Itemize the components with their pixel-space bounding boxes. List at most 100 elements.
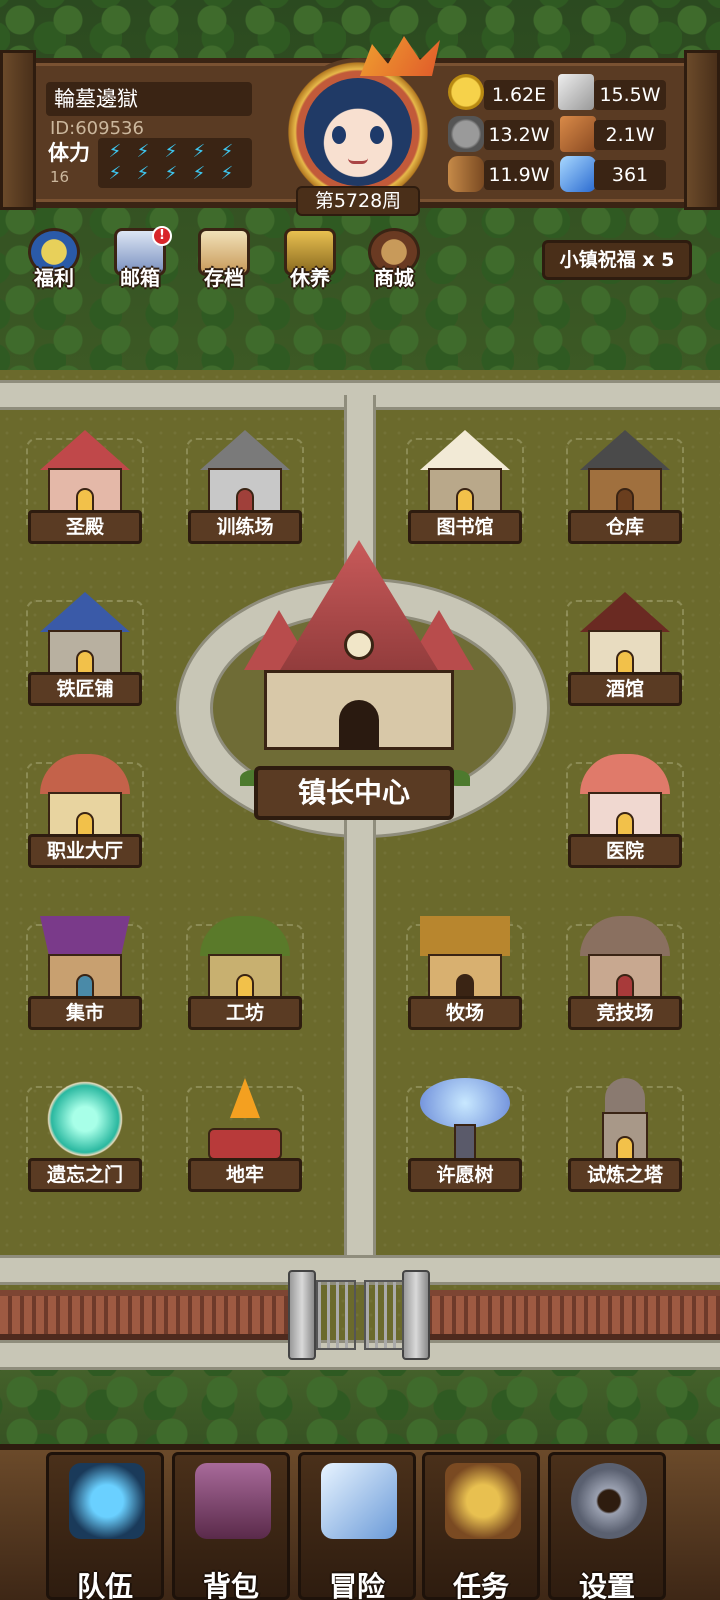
building-library[interactable]: 图书馆 — [400, 420, 530, 550]
nav-team-label: 队伍 — [76, 1570, 133, 1600]
tree-icon — [420, 1078, 510, 1160]
building-oblivion-gate[interactable]: 遗忘之门 — [20, 1068, 150, 1198]
road-south — [344, 820, 376, 1280]
stamina-value: 16 — [50, 168, 70, 186]
warehouse-icon — [580, 430, 670, 512]
town-hall-label[interactable]: 镇长中心 — [254, 766, 454, 820]
crystal-icon — [560, 156, 596, 192]
player-name: 輪墓邊獄 — [46, 82, 252, 116]
nav-settings-button[interactable]: 设置 — [548, 1452, 666, 1600]
temple-label: 圣殿 — [28, 510, 142, 544]
gate-door-left — [316, 1280, 356, 1350]
stamina-bolt-icon: ⚡ — [164, 163, 178, 184]
mail-alert-badge: ! — [152, 226, 172, 246]
stamina-bolt-icon: ⚡ — [108, 141, 122, 162]
leather-icon — [560, 116, 596, 152]
door-icon — [339, 700, 379, 750]
header-post-left — [0, 50, 36, 210]
road-bottom — [0, 1255, 720, 1285]
nav-adventure-button[interactable]: 冒险 — [298, 1452, 416, 1600]
ranch-icon — [420, 916, 510, 998]
shop-label: 商城 — [374, 266, 414, 290]
stamina-bolt-icon: ⚡ — [220, 163, 234, 184]
wood-amount: 11.9W — [484, 160, 554, 190]
nav-bag-button[interactable]: 背包 — [172, 1452, 290, 1600]
iron-amount: 15.5W — [594, 80, 666, 110]
building-ranch[interactable]: 牧场 — [400, 906, 530, 1036]
building-job-hall[interactable]: 职业大厅 — [20, 744, 150, 874]
nav-team-button[interactable]: 队伍 — [46, 1452, 164, 1600]
crossed-swords-icon — [321, 1463, 397, 1539]
stamina-bolt-icon: ⚡ — [136, 141, 150, 162]
town-blessing-button[interactable]: 小镇祝福 x 5 — [542, 240, 692, 280]
blacksmith-label: 铁匠铺 — [28, 672, 142, 706]
save-button[interactable]: 存档 — [188, 228, 260, 298]
building-blacksmith[interactable]: 铁匠铺 — [20, 582, 150, 712]
stamina-bolt-icon: ⚡ — [164, 141, 178, 162]
stamina-bolt-icon: ⚡ — [220, 141, 234, 162]
hospital-label: 医院 — [568, 834, 682, 868]
nav-adventure-label: 冒险 — [328, 1570, 385, 1600]
leather-amount: 2.1W — [594, 120, 666, 150]
building-arena[interactable]: 竞技场 — [560, 906, 690, 1036]
oblivion-gate-label: 遗忘之门 — [28, 1158, 142, 1192]
iron-ingot-icon — [558, 74, 594, 110]
nav-settings-label: 设置 — [578, 1570, 635, 1600]
stamina-bolt-icon: ⚡ — [136, 163, 150, 184]
tower-icon — [580, 1078, 670, 1160]
library-icon — [420, 430, 510, 512]
nav-quest-button[interactable]: 任务 — [422, 1452, 540, 1600]
crystal-amount: 361 — [594, 160, 666, 190]
dungeon-flame-icon — [200, 1078, 290, 1160]
welfare-button[interactable]: 福利 — [18, 228, 90, 298]
warehouse-label: 仓库 — [568, 510, 682, 544]
fence-right — [420, 1290, 720, 1340]
building-hospital[interactable]: 医院 — [560, 744, 690, 874]
window-icon — [344, 630, 374, 660]
mailbox-button[interactable]: ! 邮箱 — [104, 226, 176, 298]
header-post-right — [684, 50, 720, 210]
helmet-icon — [69, 1463, 145, 1539]
building-tavern[interactable]: 酒馆 — [560, 582, 690, 712]
dungeon-label: 地牢 — [188, 1158, 302, 1192]
gate-post-right — [402, 1270, 430, 1360]
building-warehouse[interactable]: 仓库 — [560, 420, 690, 550]
market-tent-icon — [40, 916, 130, 998]
stamina-bolt-icon: ⚡ — [192, 163, 206, 184]
portal-icon — [40, 1078, 130, 1160]
hospital-icon — [580, 754, 670, 836]
blacksmith-icon — [40, 592, 130, 674]
player-id: ID:609536 — [50, 118, 144, 139]
rest-button[interactable]: 休养 — [274, 228, 346, 298]
building-market[interactable]: 集市 — [20, 906, 150, 1036]
gear-icon — [571, 1463, 647, 1539]
job-hall-icon — [40, 754, 130, 836]
stamina-bolt-icon: ⚡ — [108, 163, 122, 184]
gate-post-left — [288, 1270, 316, 1360]
trial-tower-label: 试炼之塔 — [568, 1158, 682, 1192]
welfare-label: 福利 — [34, 266, 74, 290]
nav-quest-label: 任务 — [452, 1570, 509, 1600]
arena-label: 竞技场 — [568, 996, 682, 1030]
stone-amount: 13.2W — [484, 120, 554, 150]
road-gate — [0, 1340, 720, 1370]
building-trial-tower[interactable]: 试炼之塔 — [560, 1068, 690, 1198]
week-label: 第5728周 — [296, 186, 420, 216]
temple-icon — [40, 430, 130, 512]
building-training-ground[interactable]: 训练场 — [180, 420, 310, 550]
building-wishing-tree[interactable]: 许愿树 — [400, 1068, 530, 1198]
building-workshop[interactable]: 工坊 — [180, 906, 310, 1036]
job-hall-label: 职业大厅 — [28, 834, 142, 868]
building-temple[interactable]: 圣殿 — [20, 420, 150, 550]
arena-icon — [580, 916, 670, 998]
backpack-icon — [195, 1463, 271, 1539]
gate-door-right — [364, 1280, 404, 1350]
ranch-label: 牧场 — [408, 996, 522, 1030]
tavern-label: 酒馆 — [568, 672, 682, 706]
town-hall-building[interactable] — [244, 540, 474, 750]
shop-button[interactable]: 商城 — [358, 228, 430, 298]
workshop-icon — [200, 916, 290, 998]
building-dungeon[interactable]: 地牢 — [180, 1068, 310, 1198]
wood-log-icon — [448, 156, 484, 192]
avatar[interactable] — [304, 78, 412, 186]
